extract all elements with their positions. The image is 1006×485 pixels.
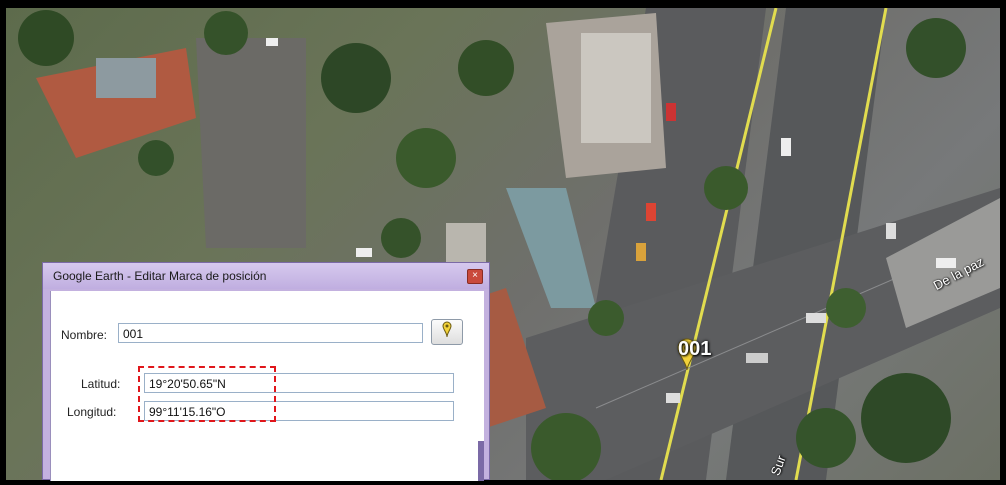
placemark-label[interactable]: 001 [678,338,711,361]
dialog-titlebar[interactable]: Google Earth - Editar Marca de posición … [43,263,489,289]
screenshot-frame: 001 De la paz Sur Google Earth - Editar … [0,0,1006,485]
name-label: Nombre: [61,328,108,342]
dialog-title: Google Earth - Editar Marca de posición [53,269,267,283]
scrollbar[interactable] [478,441,484,481]
longitude-label: Longitud: [67,405,117,419]
name-field[interactable]: 001 [118,323,423,343]
placemark-icon-button[interactable] [431,319,463,345]
close-button[interactable]: × [467,269,483,284]
coordinates-highlight-box [138,366,276,422]
pushpin-icon [442,321,452,338]
latitude-label: Latitud: [81,377,121,391]
